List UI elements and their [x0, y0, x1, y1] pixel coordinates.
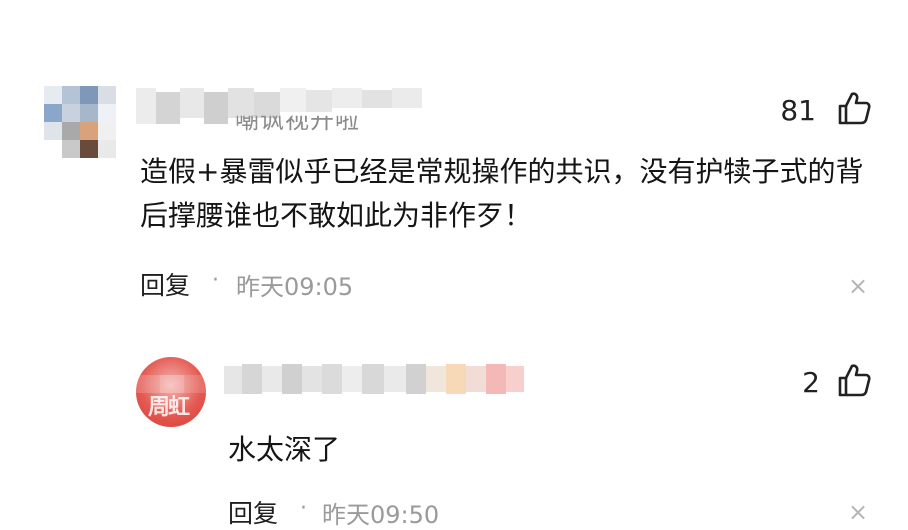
reply-button[interactable]: 回复 — [140, 266, 190, 302]
avatar[interactable] — [44, 86, 116, 158]
comment-text: 水太深了 — [228, 433, 341, 466]
close-icon[interactable]: × — [848, 272, 868, 300]
like-count: 2 — [802, 366, 820, 399]
timestamp: 昨天09:50 — [322, 501, 440, 529]
like-count: 81 — [780, 94, 816, 127]
separator-dot: · — [212, 268, 219, 293]
separator-dot: · — [300, 496, 307, 521]
thumbs-up-icon[interactable] — [836, 90, 872, 126]
avatar-text: 周虹 — [148, 395, 190, 420]
thumbs-up-icon[interactable] — [836, 362, 872, 398]
avatar[interactable]: 周虹 — [136, 357, 206, 427]
comment-text: 造假+暴雷似乎已经是常规操作的共识，没有护犊子式的背后撑腰谁也不敢如此为非作歹！ — [140, 155, 864, 232]
username-redacted[interactable] — [224, 364, 524, 394]
reply-button[interactable]: 回复 — [228, 494, 278, 530]
close-icon[interactable]: × — [848, 498, 868, 526]
timestamp: 昨天09:05 — [236, 273, 354, 301]
